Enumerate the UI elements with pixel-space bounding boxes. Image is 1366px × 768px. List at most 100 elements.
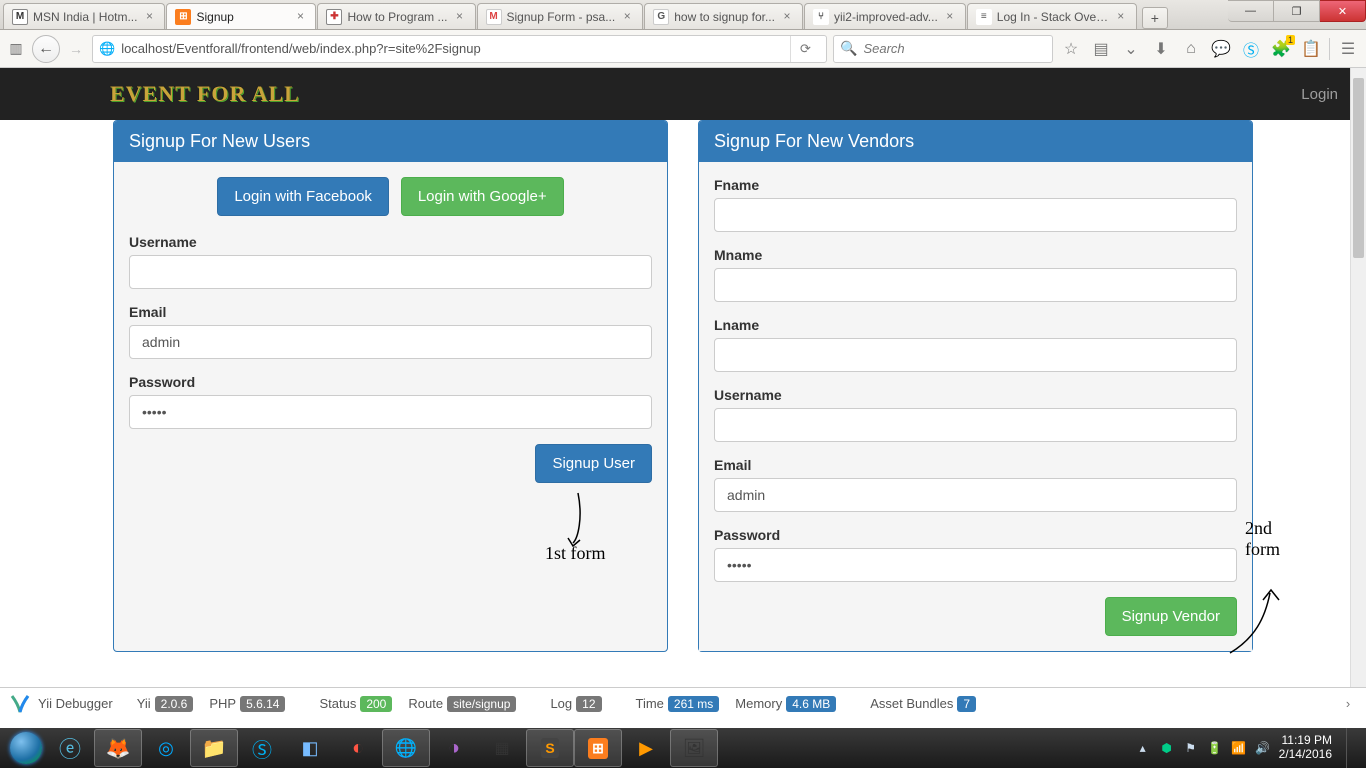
fname-label: Fname (714, 177, 1237, 193)
nav-login-link[interactable]: Login (1289, 78, 1350, 111)
taskbar-sublime-icon[interactable]: S (526, 729, 574, 767)
window-maximize-button[interactable]: ❐ (1274, 0, 1320, 22)
browser-tab-active[interactable]: ⊞Signup× (166, 3, 316, 29)
browser-tab[interactable]: MSignup Form - psa...× (477, 3, 644, 29)
password-input[interactable] (129, 395, 652, 429)
lname-input[interactable] (714, 338, 1237, 372)
debug-yii-version[interactable]: Yii2.0.6 (137, 696, 194, 712)
favicon-icon: ≡ (976, 9, 992, 25)
back-button[interactable]: ← (32, 35, 60, 63)
downloads-icon[interactable]: ⬇ (1149, 37, 1173, 61)
debug-status[interactable]: Status200 (319, 696, 392, 712)
taskbar-eclipse-icon[interactable]: ◑ (430, 729, 478, 767)
tab-close-icon[interactable]: × (620, 10, 634, 24)
taskbar-media-icon[interactable]: ▶ (622, 729, 670, 767)
taskbar-xampp-icon[interactable]: ⊞ (574, 729, 622, 767)
signup-vendor-button[interactable]: Signup Vendor (1105, 597, 1237, 636)
panel-body: Login with Facebook Login with Google+ U… (114, 162, 667, 498)
window-close-button[interactable]: ✕ (1320, 0, 1366, 22)
form-group: Email (714, 457, 1237, 512)
window-minimize-button[interactable]: — (1228, 0, 1274, 22)
reading-list-icon[interactable]: ▤ (1089, 37, 1113, 61)
form-group: Lname (714, 317, 1237, 372)
mname-input[interactable] (714, 268, 1237, 302)
tray-flag-icon[interactable]: ⚑ (1183, 740, 1199, 756)
url-bar[interactable]: 🌐 ⟳ (92, 35, 827, 63)
tray-clock[interactable]: 11:19 PM 2/14/2016 (1279, 734, 1332, 762)
search-input[interactable] (863, 41, 1046, 56)
tray-up-icon[interactable]: ▴ (1135, 740, 1151, 756)
show-desktop-button[interactable] (1346, 728, 1356, 768)
clipboard-icon[interactable]: 📋 (1299, 37, 1323, 61)
pocket-icon[interactable]: ⌄ (1119, 37, 1143, 61)
signup-user-button[interactable]: Signup User (535, 444, 652, 483)
tab-close-icon[interactable]: × (1114, 10, 1128, 24)
login-google-button[interactable]: Login with Google+ (401, 177, 564, 216)
debug-log[interactable]: Log12 (550, 696, 601, 712)
vertical-scrollbar[interactable] (1350, 68, 1366, 688)
favicon-icon: ✚ (326, 9, 342, 25)
vendor-password-input[interactable] (714, 548, 1237, 582)
tab-close-icon[interactable]: × (780, 10, 794, 24)
start-button[interactable] (6, 728, 46, 768)
panel-actions: Signup Vendor (714, 597, 1237, 636)
tab-close-icon[interactable]: × (943, 10, 957, 24)
debug-time[interactable]: Time261 ms (636, 696, 720, 712)
new-tab-button[interactable]: + (1142, 7, 1168, 29)
debug-assets[interactable]: Asset Bundles7 (870, 696, 976, 712)
browser-tab[interactable]: ⑂yii2-improved-adv...× (804, 3, 966, 29)
taskbar-explorer-icon[interactable]: 📁 (190, 729, 238, 767)
taskbar-git-icon[interactable]: ◐ (334, 729, 382, 767)
signup-vendors-panel: Signup For New Vendors Fname Mname Lname… (698, 120, 1253, 652)
skype-icon[interactable]: Ⓢ (1239, 37, 1263, 61)
reload-button[interactable]: ⟳ (790, 36, 820, 62)
password-label: Password (714, 527, 1237, 543)
forward-button[interactable]: → (66, 39, 86, 59)
url-input[interactable] (121, 41, 780, 56)
fname-input[interactable] (714, 198, 1237, 232)
debug-memory[interactable]: Memory4.6 MB (735, 696, 836, 712)
chat-icon[interactable]: 💬 (1209, 37, 1233, 61)
taskbar-skype-icon[interactable]: Ⓢ (238, 729, 286, 767)
username-input[interactable] (129, 255, 652, 289)
browser-tab[interactable]: Ghow to signup for...× (644, 3, 803, 29)
taskbar-netbeans-icon[interactable]: ◧ (286, 729, 334, 767)
debug-php-version[interactable]: PHP5.6.14 (209, 696, 285, 712)
favicon-icon: M (486, 9, 502, 25)
email-input[interactable] (129, 325, 652, 359)
taskbar-ie-icon[interactable]: ⓔ (46, 729, 94, 767)
taskbar-chrome-icon[interactable]: 🌐 (382, 729, 430, 767)
tab-close-icon[interactable]: × (453, 10, 467, 24)
username-label: Username (129, 234, 652, 250)
taskbar-apps-icon[interactable]: ▦ (478, 729, 526, 767)
tray-network-icon[interactable]: ⬢ (1159, 740, 1175, 756)
tab-close-icon[interactable]: × (293, 10, 307, 24)
debug-route[interactable]: Routesite/signup (408, 696, 516, 712)
login-facebook-button[interactable]: Login with Facebook (217, 177, 389, 216)
tray-wifi-icon[interactable]: 📶 (1231, 740, 1247, 756)
vendor-email-input[interactable] (714, 478, 1237, 512)
yii-debug-bar[interactable]: Yii Debugger Yii2.0.6 PHP5.6.14 Status20… (0, 687, 1366, 719)
debug-collapse-button[interactable]: › (1338, 696, 1358, 711)
tray-battery-icon[interactable]: 🔋 (1207, 740, 1223, 756)
scrollbar-thumb[interactable] (1353, 78, 1364, 258)
browser-tab[interactable]: ✚How to Program ...× (317, 3, 475, 29)
search-bar[interactable]: 🔍 (833, 35, 1053, 63)
bookmark-star-icon[interactable]: ☆ (1059, 37, 1083, 61)
brand-logo[interactable]: EVENT FOR ALL (110, 81, 300, 107)
taskbar-photos-icon[interactable]: 🖼 (670, 729, 718, 767)
home-icon[interactable]: ⌂ (1179, 37, 1203, 61)
email-label: Email (129, 304, 652, 320)
taskbar-teamviewer-icon[interactable]: ◎ (142, 729, 190, 767)
favicon-icon: ⑂ (813, 9, 829, 25)
puzzle-icon[interactable]: 🧩1 (1269, 37, 1293, 61)
tab-close-icon[interactable]: × (142, 10, 156, 24)
browser-tab[interactable]: ≡Log In - Stack Over...× (967, 3, 1137, 29)
vendor-username-input[interactable] (714, 408, 1237, 442)
tray-volume-icon[interactable]: 🔊 (1255, 740, 1271, 756)
browser-tab[interactable]: MMSN India | Hotm...× (3, 3, 165, 29)
menu-icon[interactable]: ☰ (1336, 37, 1360, 61)
search-icon: 🔍 (840, 40, 857, 57)
taskbar-firefox-icon[interactable]: 🦊 (94, 729, 142, 767)
sidebar-toggle-icon[interactable]: ▥ (6, 39, 26, 59)
